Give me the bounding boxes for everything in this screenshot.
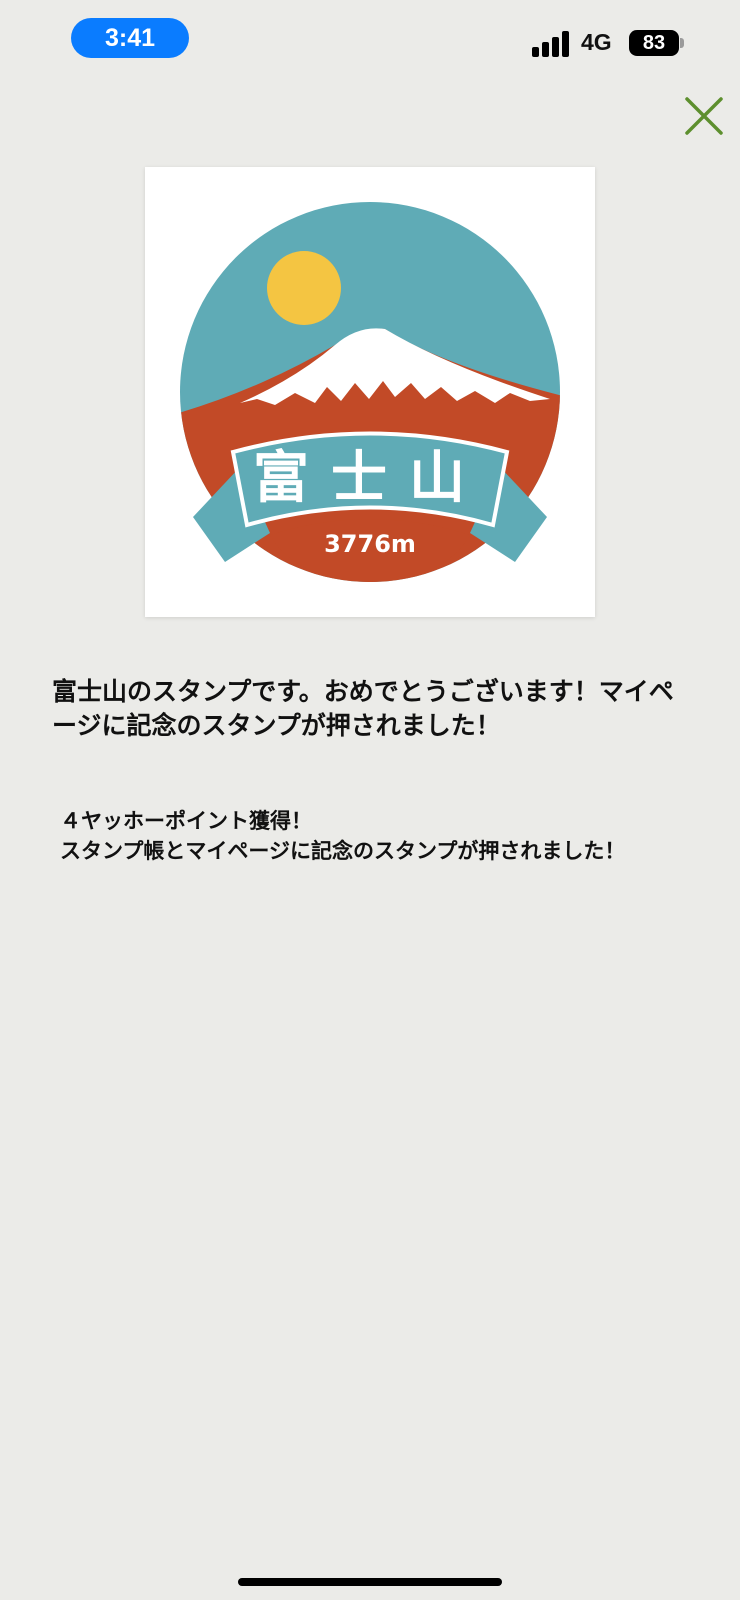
stamp-message: 富士山のスタンプです。おめでとうございます！マイページに記念のスタンプが押されま…	[52, 677, 674, 740]
home-indicator[interactable]	[238, 1578, 502, 1586]
close-icon[interactable]	[684, 96, 724, 136]
signal-icon	[532, 31, 569, 57]
stamp-image: 富士山 3776m	[145, 167, 595, 617]
stamp-title: 富士山	[253, 446, 487, 511]
points-note: スタンプ帳とマイページに記念のスタンプが押されました！	[60, 839, 626, 863]
status-bar: 3:41 4G 83	[0, 0, 740, 80]
mount-fuji-stamp-illustration: 富士山 3776m	[180, 202, 560, 582]
status-time[interactable]: 3:41	[71, 18, 189, 58]
battery-cap	[680, 38, 684, 48]
network-type: 4G	[581, 29, 612, 55]
points-earned: ４ヤッホーポイント獲得！	[60, 809, 312, 833]
battery-icon: 83	[629, 30, 679, 56]
stamp-elevation: 3776m	[324, 530, 416, 558]
battery-level: 83	[642, 32, 666, 54]
points-info: ４ヤッホーポイント獲得！ スタンプ帳とマイページに記念のスタンプが押されました！	[60, 806, 700, 866]
